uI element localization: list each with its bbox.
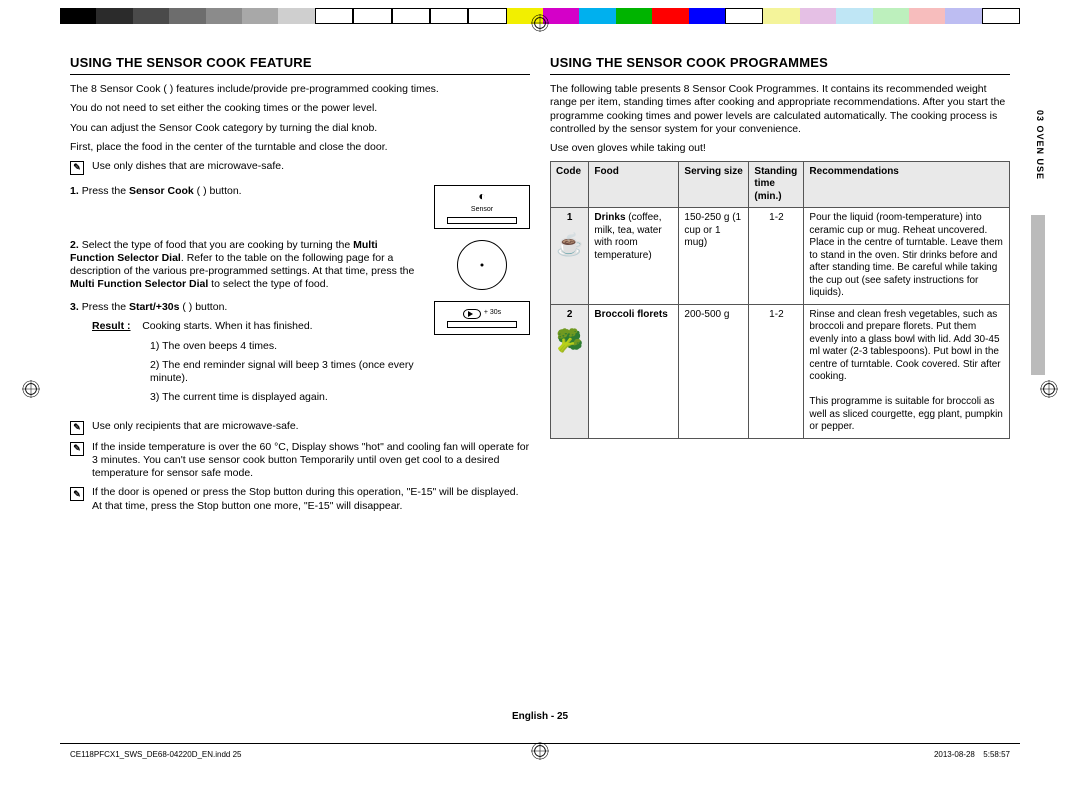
reg-mark-icon [531,742,549,760]
note-text: Use only dishes that are microwave-safe. [92,160,284,175]
intro: You do not need to set either the cookin… [70,102,530,115]
page-footer: English - 25 [0,711,1080,724]
result-item: 3) The current time is displayed again. [150,391,424,404]
table-row: 1☕Drinks (coffee, milk, tea, water with … [551,208,1010,305]
meta-left: CE118PFCX1_SWS_DE68-04220D_EN.indd 25 [70,750,242,760]
gloves-note: Use oven gloves while taking out! [550,142,1010,155]
step-bold: Start/+30s [129,301,180,313]
note: ✎ Use only recipients that are microwave… [70,420,530,435]
note: ✎ If the door is opened or press the Sto… [70,486,530,512]
intro: You can adjust the Sensor Cook category … [70,122,530,135]
table-body: 1☕Drinks (coffee, milk, tea, water with … [551,208,1010,439]
step-3: 3. Press the Start/+30s ( ) button. Resu… [70,301,530,410]
section-tab-grey [1031,215,1045,375]
cell-rec: Rinse and clean fresh vegetables, such a… [804,304,1010,438]
note-icon: ✎ [70,442,84,456]
note-icon: ✎ [70,487,84,501]
note-icon: ✎ [70,161,84,175]
cell-code: 1☕ [551,208,589,305]
note-icon: ✎ [70,421,84,435]
step-num: 1. [70,185,79,197]
cell-food: Drinks (coffee, milk, tea, water with ro… [589,208,679,305]
step-text: to select the type of food. [208,278,328,290]
reg-mark-icon [22,380,40,398]
note-text: If the inside temperature is over the 60… [92,441,530,480]
intro: The 8 Sensor Cook ( ) features include/p… [70,83,530,96]
step-text: ( ) button. [194,185,242,197]
step-illustration: + 30s [434,301,530,335]
intro: First, place the food in the center of t… [70,141,530,154]
cell-standing: 1-2 [749,208,804,305]
result-label: Result : [92,320,131,332]
note-text: If the door is opened or press the Stop … [92,486,530,512]
step-num: 2. [70,239,79,251]
step-2: 2. Select the type of food that you are … [70,239,530,292]
table-header-row: Code Food Serving size Standing time (mi… [551,161,1010,208]
right-column: USING THE SENSOR COOK PROGRAMMES The fol… [540,55,1020,733]
th-code: Code [551,161,589,208]
reg-mark-icon [1040,380,1058,398]
step-num: 3. [70,301,79,313]
cell-food: Broccoli florets [589,304,679,438]
step-illustration: ◐ Sensor [434,185,530,229]
result-text: Cooking starts. When it has finished. [142,320,312,332]
result-item: 1) The oven beeps 4 times. [150,340,424,353]
page-body: USING THE SENSOR COOK FEATURE The 8 Sens… [60,55,1020,733]
meta-right: 2013-08-28 5:58:57 [934,750,1010,760]
display-bar-icon [447,217,517,224]
sensor-icon: ◐ [478,189,485,204]
plus30s-label: + 30s [484,309,501,318]
th-food: Food [589,161,679,208]
display-bar-icon [447,321,517,328]
heading-left: USING THE SENSOR COOK FEATURE [70,55,530,75]
table-row: 2🥦Broccoli florets 200-500 g1-2Rinse and… [551,304,1010,438]
step-text: ( ) button. [179,301,227,313]
th-serving: Serving size [679,161,749,208]
programmes-table: Code Food Serving size Standing time (mi… [550,161,1010,439]
step-illustration [434,239,530,292]
section-tab: 03 OVEN USE [1031,110,1045,180]
food-icon: 🥦 [556,327,583,355]
step-1: 1. Press the Sensor Cook ( ) button. ◐ S… [70,185,530,229]
step-bold: Multi Function Selector Dial [70,278,208,290]
note: ✎ Use only dishes that are microwave-saf… [70,160,530,175]
th-rec: Recommendations [804,161,1010,208]
play-icon [463,309,481,319]
reg-mark-icon [531,14,549,32]
hairline [60,743,1020,744]
step-bold: Sensor Cook [129,185,194,197]
cell-code: 2🥦 [551,304,589,438]
note: ✎ If the inside temperature is over the … [70,441,530,480]
step-text: Press the [82,301,129,313]
left-column: USING THE SENSOR COOK FEATURE The 8 Sens… [60,55,540,733]
result-item: 2) The end reminder signal will beep 3 t… [150,359,424,385]
th-standing: Standing time (min.) [749,161,804,208]
cell-rec: Pour the liquid (room-temperature) into … [804,208,1010,305]
intro: The following table presents 8 Sensor Co… [550,83,1010,136]
cell-serving: 150-250 g (1 cup or 1 mug) [679,208,749,305]
heading-right: USING THE SENSOR COOK PROGRAMMES [550,55,1010,75]
note-text: Use only recipients that are microwave-s… [92,420,299,435]
cell-serving: 200-500 g [679,304,749,438]
dial-icon [457,240,507,290]
cell-standing: 1-2 [749,304,804,438]
food-icon: ☕ [556,231,583,259]
step-text: Press the [82,185,129,197]
sensor-label: Sensor [471,206,493,215]
step-text: Select the type of food that you are coo… [82,239,353,251]
